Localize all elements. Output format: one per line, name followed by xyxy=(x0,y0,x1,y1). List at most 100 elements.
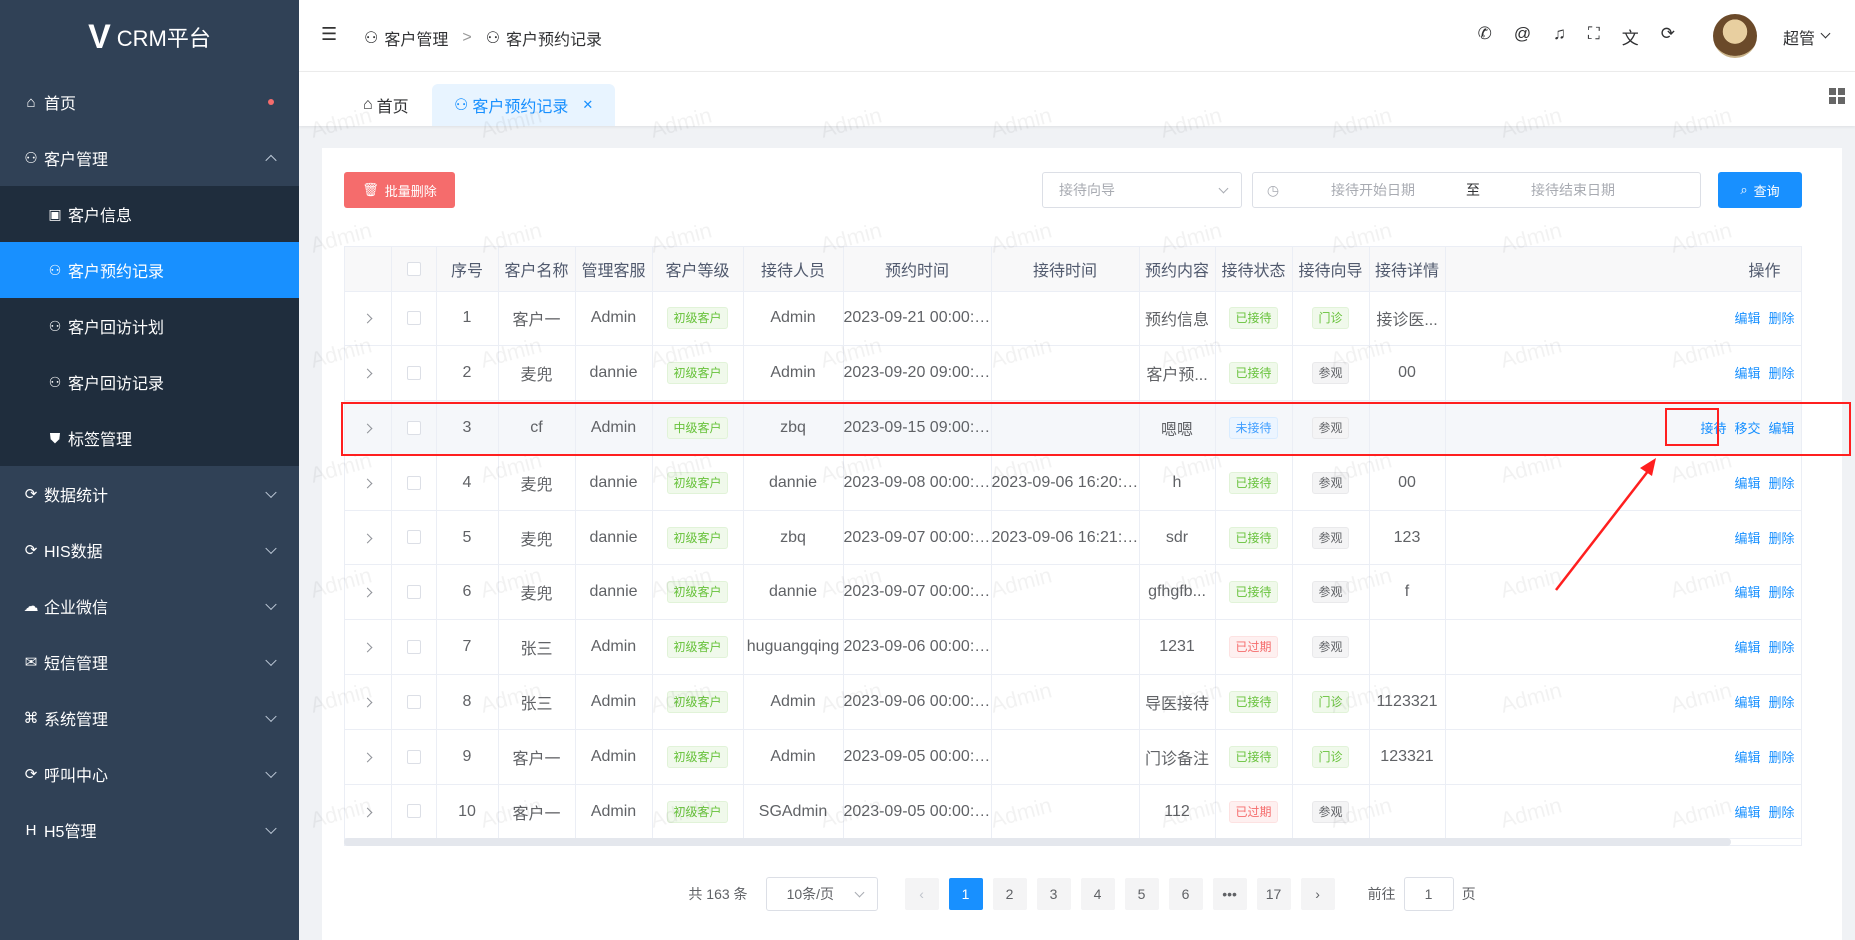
select-cell[interactable] xyxy=(391,291,437,347)
expand-cell[interactable] xyxy=(345,400,392,456)
expand-cell[interactable] xyxy=(345,291,392,347)
op-button[interactable]: 编辑 xyxy=(1734,366,1760,381)
page-size-select[interactable]: 10条/页 xyxy=(765,877,878,911)
horizontal-scrollbar[interactable] xyxy=(344,838,1731,846)
row-checkbox[interactable] xyxy=(406,311,421,326)
op-button[interactable]: 删除 xyxy=(1768,695,1794,710)
expand-cell[interactable] xyxy=(345,729,392,785)
menu-fold-icon[interactable]: ☰ xyxy=(321,24,337,45)
expand-cell[interactable] xyxy=(345,345,392,402)
goto-page-input[interactable] xyxy=(1403,877,1454,911)
page-button[interactable]: 4 xyxy=(1080,878,1115,910)
more-pages-icon[interactable]: ••• xyxy=(1212,878,1247,910)
page-button[interactable]: 3 xyxy=(1036,878,1071,910)
sidebar-item[interactable]: ⟳ 数据统计 xyxy=(0,466,299,522)
page-button[interactable]: 5 xyxy=(1124,878,1159,910)
chevron-right-icon[interactable] xyxy=(362,533,373,544)
op-button[interactable]: 编辑 xyxy=(1734,531,1760,546)
sidebar-item[interactable]: ☁ 企业微信 xyxy=(0,578,299,634)
expand-cell[interactable] xyxy=(345,674,392,730)
expand-cell[interactable] xyxy=(345,619,392,676)
sidebar-item[interactable]: ⚇ 客户预约记录 xyxy=(0,242,299,298)
table-row[interactable]: 5 麦兜 dannie 初级客户 zbq 2023-09-07 00:00:00 2023-… xyxy=(345,510,1801,566)
select-cell[interactable] xyxy=(391,510,437,566)
select-cell[interactable] xyxy=(391,674,437,730)
op-button[interactable]: 删除 xyxy=(1768,750,1794,765)
prev-page-button[interactable]: ‹ xyxy=(904,878,939,910)
select-cell[interactable] xyxy=(391,729,437,785)
table-row[interactable]: 7 张三 Admin 初级客户 huguangqing 2023-09-06 00:00:… xyxy=(345,619,1801,676)
op-button[interactable]: 编辑 xyxy=(1734,640,1760,655)
breadcrumb-item[interactable]: 客户管理 xyxy=(384,26,448,50)
row-checkbox[interactable] xyxy=(406,475,421,490)
op-button[interactable]: 接待 xyxy=(1700,421,1726,436)
op-button[interactable]: 删除 xyxy=(1768,476,1794,491)
chevron-right-icon[interactable] xyxy=(362,697,373,708)
sidebar-item[interactable]: ⚇ 客户回访记录 xyxy=(0,354,299,410)
date-range-picker[interactable]: ◷ 接待开始日期 至 接待结束日期 xyxy=(1252,172,1701,208)
op-button[interactable]: 删除 xyxy=(1768,366,1794,381)
table-row[interactable]: 1 客户一 Admin 初级客户 Admin 2023-09-21 00:00:00 预约信… xyxy=(345,291,1801,347)
chevron-down-icon[interactable] xyxy=(1820,28,1831,39)
table-row[interactable]: 2 麦兜 dannie 初级客户 Admin 2023-09-20 09:00:00 客户预… xyxy=(345,345,1801,402)
page-button[interactable]: 2 xyxy=(992,878,1027,910)
select-cell[interactable] xyxy=(391,400,437,456)
op-button[interactable]: 删除 xyxy=(1768,311,1794,326)
op-button[interactable]: 编辑 xyxy=(1734,585,1760,600)
expand-cell[interactable] xyxy=(345,455,392,511)
table-row[interactable]: 6 麦兜 dannie 初级客户 dannie 2023-09-07 00:00:00 gf… xyxy=(345,564,1801,621)
select-cell[interactable] xyxy=(391,564,437,621)
chevron-right-icon[interactable] xyxy=(362,368,373,379)
chevron-right-icon[interactable] xyxy=(362,587,373,598)
op-button[interactable]: 删除 xyxy=(1768,585,1794,600)
table-row[interactable]: 9 客户一 Admin 初级客户 Admin 2023-09-05 00:00:00 门诊备… xyxy=(345,729,1801,785)
tag-home[interactable]: ⌂ 首页 xyxy=(341,84,431,126)
chevron-right-icon[interactable] xyxy=(362,478,373,489)
refresh-icon[interactable]: ⟳ xyxy=(1661,24,1675,49)
tag-appointment-records[interactable]: ⚇ 客户预约记录 ✕ xyxy=(432,84,616,126)
avatar[interactable] xyxy=(1713,14,1757,58)
row-checkbox[interactable] xyxy=(406,694,421,709)
sidebar-item[interactable]: ⚇ 客户回访计划 xyxy=(0,298,299,354)
page-button[interactable]: 17 xyxy=(1256,878,1291,910)
fullscreen-icon[interactable]: ⛶ xyxy=(1588,24,1600,49)
next-page-button[interactable]: › xyxy=(1300,878,1335,910)
sidebar-item[interactable]: ▣ 客户信息 xyxy=(0,186,299,242)
sidebar-item[interactable]: ⛊ 标签管理 xyxy=(0,410,299,466)
sidebar-item[interactable]: ⌂ 首页 xyxy=(0,74,299,130)
op-button[interactable]: 编辑 xyxy=(1734,311,1760,326)
batch-delete-button[interactable]: 🗑 批量删除 xyxy=(344,172,455,208)
select-cell[interactable] xyxy=(391,455,437,511)
row-checkbox[interactable] xyxy=(406,420,421,435)
guide-select[interactable]: 接待向导 xyxy=(1042,172,1242,208)
translate-icon[interactable]: 文 xyxy=(1622,24,1639,49)
sidebar-item[interactable]: ⟳ 呼叫中心 xyxy=(0,746,299,802)
row-checkbox[interactable] xyxy=(406,530,421,545)
date-end-input[interactable]: 接待结束日期 xyxy=(1493,180,1653,200)
chevron-right-icon[interactable] xyxy=(362,313,373,324)
expand-cell[interactable] xyxy=(345,510,392,566)
page-button[interactable]: 1 xyxy=(948,878,983,910)
chevron-right-icon[interactable] xyxy=(362,423,373,434)
sidebar-item[interactable]: ✉ 短信管理 xyxy=(0,634,299,690)
select-all-checkbox[interactable] xyxy=(406,261,421,276)
row-checkbox[interactable] xyxy=(406,749,421,764)
expand-cell[interactable] xyxy=(345,564,392,621)
bell-icon[interactable]: ♫ xyxy=(1553,24,1566,49)
op-button[interactable]: 编辑 xyxy=(1734,695,1760,710)
row-checkbox[interactable] xyxy=(406,365,421,380)
row-checkbox[interactable] xyxy=(406,804,421,819)
op-button[interactable]: 删除 xyxy=(1768,805,1794,820)
select-cell[interactable] xyxy=(391,784,437,840)
grid-icon[interactable] xyxy=(1829,88,1845,104)
query-button[interactable]: ⌕ 查询 xyxy=(1718,172,1802,208)
phone-icon[interactable]: ✆ xyxy=(1478,24,1492,49)
table-row[interactable]: 10 客户一 Admin 初级客户 SGAdmin 2023-09-05 00:00:00… xyxy=(345,784,1801,840)
close-icon[interactable]: ✕ xyxy=(582,97,593,113)
op-button[interactable]: 编辑 xyxy=(1768,421,1794,436)
sidebar-item[interactable]: ⟳ HIS数据 xyxy=(0,522,299,578)
table-row[interactable]: 4 麦兜 dannie 初级客户 dannie 2023-09-08 00:00:00 20… xyxy=(345,455,1801,511)
user-name[interactable]: 超管 xyxy=(1783,25,1815,49)
chevron-right-icon[interactable] xyxy=(362,642,373,653)
op-button[interactable]: 编辑 xyxy=(1734,805,1760,820)
